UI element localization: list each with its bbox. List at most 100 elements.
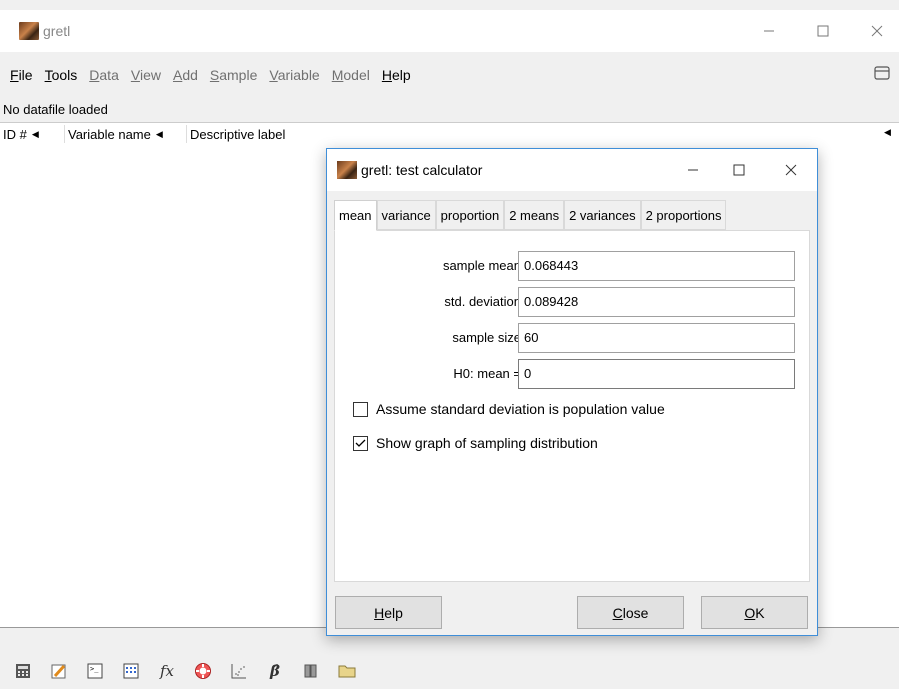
column-header-id[interactable]: ID # ◀	[3, 127, 39, 142]
edit-icon[interactable]	[48, 660, 70, 682]
help-rest: elp	[384, 604, 403, 621]
checkmark-icon	[355, 439, 366, 447]
ok-rest: K	[755, 604, 765, 621]
help-button[interactable]: Help	[335, 596, 442, 629]
close-button[interactable]: Close	[577, 596, 684, 629]
menu-data[interactable]: Data	[89, 67, 119, 83]
maximize-button[interactable]	[800, 10, 846, 52]
column-divider	[64, 125, 65, 143]
dialog-maximize-button[interactable]	[716, 149, 762, 191]
h0-mean-input[interactable]: 0	[518, 359, 795, 389]
sample-size-row: sample size 60	[335, 323, 811, 353]
column-header-descriptive-label[interactable]: Descriptive label	[190, 127, 285, 142]
bottom-toolbar: >_ fx β̂	[0, 652, 899, 689]
window-title: gretl	[43, 23, 71, 39]
menu-bar: File Tools Data View Add Sample Variable Model H…	[0, 58, 899, 92]
sample-mean-row: sample mean 0.068443	[335, 251, 811, 281]
menu-accel: H	[381, 67, 392, 83]
close-accel: C	[612, 604, 623, 621]
minimize-button[interactable]	[746, 10, 792, 52]
function-icon[interactable]: fx	[156, 660, 178, 682]
menu-accel: V	[130, 67, 140, 83]
column-id-label: ID #	[3, 127, 27, 142]
tab-variance[interactable]: variance	[376, 200, 436, 230]
menu-rest: iew	[139, 67, 161, 83]
menu-model[interactable]: Model	[332, 67, 370, 83]
column-varname-label: Variable name	[68, 127, 151, 142]
sort-arrow-icon: ◀	[31, 129, 39, 139]
session-icon[interactable]	[120, 660, 142, 682]
menu-rest: ata	[99, 67, 119, 83]
tab-proportion[interactable]: proportion	[435, 200, 505, 230]
menu-rest: odel	[343, 67, 370, 83]
show-graph-checkbox[interactable]	[353, 435, 368, 451]
assume-population-check-row[interactable]: Assume standard deviation is population …	[353, 401, 665, 417]
menu-file[interactable]: File	[10, 67, 33, 83]
test-tabs: mean variance proportion 2 means 2 varia…	[334, 200, 810, 231]
menu-accel: F	[10, 67, 19, 83]
scatter-plot-icon[interactable]	[228, 660, 250, 682]
restore-icon[interactable]	[873, 66, 891, 82]
menu-tools[interactable]: Tools	[45, 67, 78, 83]
assume-population-label: Assume standard deviation is population …	[376, 401, 665, 417]
menu-rest: dd	[182, 67, 198, 83]
menu-accel: A	[172, 67, 183, 83]
tab-mean[interactable]: mean	[334, 200, 377, 231]
status-text: No datafile loaded	[3, 102, 108, 117]
tab-2-variances[interactable]: 2 variances	[564, 200, 641, 230]
ok-button[interactable]: OK	[701, 596, 808, 629]
menu-variable[interactable]: Variable	[269, 67, 319, 83]
column-divider	[186, 125, 187, 143]
help-accel: H	[374, 604, 385, 621]
column-header-variable-name[interactable]: Variable name ◀	[68, 127, 163, 142]
dialog-title: gretl: test calculator	[361, 162, 483, 178]
menu-rest: ools	[51, 67, 78, 83]
menu-sample[interactable]: Sample	[210, 67, 257, 83]
menu-accel: M	[331, 67, 344, 83]
test-calculator-dialog: gretl: test calculator mean variance pro…	[326, 148, 818, 636]
help-icon[interactable]	[192, 660, 214, 682]
dialog-minimize-button[interactable]	[670, 149, 716, 191]
menu-rest: ile	[18, 67, 33, 83]
database-icon[interactable]	[300, 660, 322, 682]
menu-rest: ariable	[277, 67, 320, 83]
sample-size-label: sample size	[452, 330, 521, 345]
console-icon[interactable]: >_	[84, 660, 106, 682]
calculator-icon[interactable]	[12, 660, 34, 682]
menu-rest: elp	[391, 67, 411, 83]
gretl-app-icon	[19, 22, 39, 40]
show-graph-label: Show graph of sampling distribution	[376, 435, 598, 451]
dialog-titlebar: gretl: test calculator	[327, 149, 817, 191]
h0-mean-label: H0: mean =	[453, 366, 521, 381]
close-rest: lose	[622, 604, 649, 621]
tab-panel-mean: sample mean 0.068443 std. deviation 0.08…	[334, 230, 810, 582]
menu-accel: D	[89, 67, 100, 83]
beta-icon[interactable]: β̂	[264, 660, 286, 682]
sample-size-input[interactable]: 60	[518, 323, 795, 353]
close-window-button[interactable]	[854, 10, 899, 52]
show-graph-check-row[interactable]: Show graph of sampling distribution	[353, 435, 598, 451]
menu-accel: V	[269, 67, 278, 83]
dialog-close-button[interactable]	[768, 149, 814, 191]
sort-arrow-icon: ◀	[155, 129, 163, 139]
assume-population-checkbox[interactable]	[353, 401, 368, 417]
std-deviation-row: std. deviation 0.089428	[335, 287, 811, 317]
tab-2-proportions[interactable]: 2 proportions	[640, 200, 727, 230]
menu-accel: S	[209, 67, 220, 83]
menu-view[interactable]: View	[131, 67, 161, 83]
folder-icon[interactable]	[336, 660, 358, 682]
menu-accel: T	[44, 67, 52, 83]
column-label-label: Descriptive label	[190, 127, 286, 142]
sample-mean-input[interactable]: 0.068443	[518, 251, 795, 281]
gretl-app-icon	[337, 161, 357, 179]
scroll-arrow-icon[interactable]: ◀	[884, 127, 891, 138]
std-deviation-input[interactable]: 0.089428	[518, 287, 795, 317]
menu-help[interactable]: Help	[382, 67, 411, 83]
menu-rest: ample	[219, 67, 258, 83]
std-deviation-label: std. deviation	[444, 294, 521, 309]
menu-add[interactable]: Add	[173, 67, 198, 83]
h0-mean-row: H0: mean = 0	[335, 359, 811, 389]
svg-text:>_: >_	[90, 665, 99, 673]
ok-accel: O	[744, 604, 756, 621]
tab-2-means[interactable]: 2 means	[504, 200, 565, 230]
